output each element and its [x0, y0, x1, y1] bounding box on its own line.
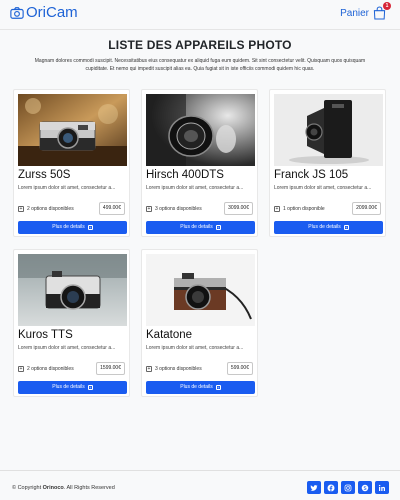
cart-link[interactable]: Panier 1 [340, 2, 391, 20]
product-name: Franck JS 105 [274, 169, 349, 181]
details-button-label: Plus de details [180, 224, 213, 230]
copyright-prefix: © Copyright [12, 485, 42, 491]
plus-square-icon: + [18, 366, 24, 372]
product-description: Lorem ipsum dolor sit amet, consectetur … [146, 185, 244, 191]
details-button[interactable]: Plus de details + [146, 221, 255, 234]
product-image[interactable] [146, 254, 255, 326]
product-description: Lorem ipsum dolor sit amet, consectetur … [274, 185, 372, 191]
page-intro: Magnam dolores commodi suscipit. Necessi… [34, 58, 366, 72]
plus-square-icon: + [215, 225, 221, 230]
product-image[interactable] [274, 94, 383, 166]
cart-count-badge: 1 [383, 2, 391, 10]
navbar: OriCam Panier 1 [0, 0, 400, 30]
product-price: 1599.00€ [96, 362, 125, 375]
details-button[interactable]: Plus de details + [274, 221, 383, 234]
product-options: + 3 options disponibles [146, 206, 202, 212]
product-description: Lorem ipsum dolor sit amet, consectetur … [18, 345, 116, 351]
product-options: + 1 option disponible [274, 206, 325, 212]
linkedin-icon[interactable] [375, 481, 389, 494]
product-options-label: 3 options disponibles [155, 206, 202, 212]
product-price: 3099.00€ [224, 202, 253, 215]
page-title: LISTE DES APPAREILS PHOTO [108, 38, 292, 52]
details-button-label: Plus de details [308, 224, 341, 230]
product-name: Zurss 50S [18, 169, 71, 181]
plus-square-icon: + [146, 206, 152, 212]
skype-icon[interactable] [358, 481, 372, 494]
product-options: + 3 options disponibles [146, 366, 202, 372]
company-name: Orinoco [42, 485, 64, 491]
details-button[interactable]: Plus de details + [18, 381, 127, 394]
product-options-label: 2 options disponibles [27, 366, 74, 372]
product-name: Kuros TTS [18, 329, 73, 341]
plus-square-icon: + [87, 385, 93, 390]
product-card: Katatone Lorem ipsum dolor sit amet, con… [141, 249, 258, 397]
product-image[interactable] [146, 94, 255, 166]
copyright-rights: . All Rights Reserved [63, 485, 115, 491]
footer: © Copyright Orinoco. All Rights Reserved [0, 470, 400, 500]
product-options-label: 3 options disponibles [155, 366, 202, 372]
product-options-label: 2 options disponibles [27, 206, 74, 212]
product-card: Hirsch 400DTS Lorem ipsum dolor sit amet… [141, 89, 258, 237]
camera-icon [10, 6, 24, 19]
plus-square-icon: + [343, 225, 349, 230]
product-description: Lorem ipsum dolor sit amet, consectetur … [146, 345, 244, 351]
product-price: 2099.00€ [352, 202, 381, 215]
product-name: Katatone [146, 329, 193, 341]
details-button-label: Plus de details [180, 384, 213, 390]
instagram-icon[interactable] [341, 481, 355, 494]
product-description: Lorem ipsum dolor sit amet, consectetur … [18, 185, 116, 191]
product-options-label: 1 option disponible [283, 206, 325, 212]
product-options: + 2 options disponibles [18, 366, 74, 372]
shopping-bag-icon: 1 [373, 2, 391, 20]
brand-name: OriCam [26, 4, 78, 21]
product-card: Franck JS 105 Lorem ipsum dolor sit amet… [269, 89, 386, 237]
product-options: + 2 options disponibles [18, 206, 74, 212]
plus-square-icon: + [215, 385, 221, 390]
plus-square-icon: + [274, 206, 280, 212]
plus-square-icon: + [146, 366, 152, 372]
plus-square-icon: + [87, 225, 93, 230]
twitter-icon[interactable] [307, 481, 321, 494]
details-button-label: Plus de details [52, 224, 85, 230]
product-name: Hirsch 400DTS [146, 169, 224, 181]
product-card: Kuros TTS Lorem ipsum dolor sit amet, co… [13, 249, 130, 397]
product-image[interactable] [18, 94, 127, 166]
product-price: 499.00€ [98, 202, 125, 215]
product-price: 599.00€ [226, 362, 253, 375]
product-image[interactable] [18, 254, 127, 326]
plus-square-icon: + [18, 206, 24, 212]
social-links [307, 481, 389, 494]
facebook-icon[interactable] [324, 481, 338, 494]
cart-label: Panier [340, 7, 369, 19]
details-button[interactable]: Plus de details + [146, 381, 255, 394]
details-button-label: Plus de details [52, 384, 85, 390]
copyright-text: © Copyright Orinoco. All Rights Reserved [12, 485, 115, 491]
product-card: Zurss 50S Lorem ipsum dolor sit amet, co… [13, 89, 130, 237]
details-button[interactable]: Plus de details + [18, 221, 127, 234]
brand-link[interactable]: OriCam [10, 4, 78, 21]
